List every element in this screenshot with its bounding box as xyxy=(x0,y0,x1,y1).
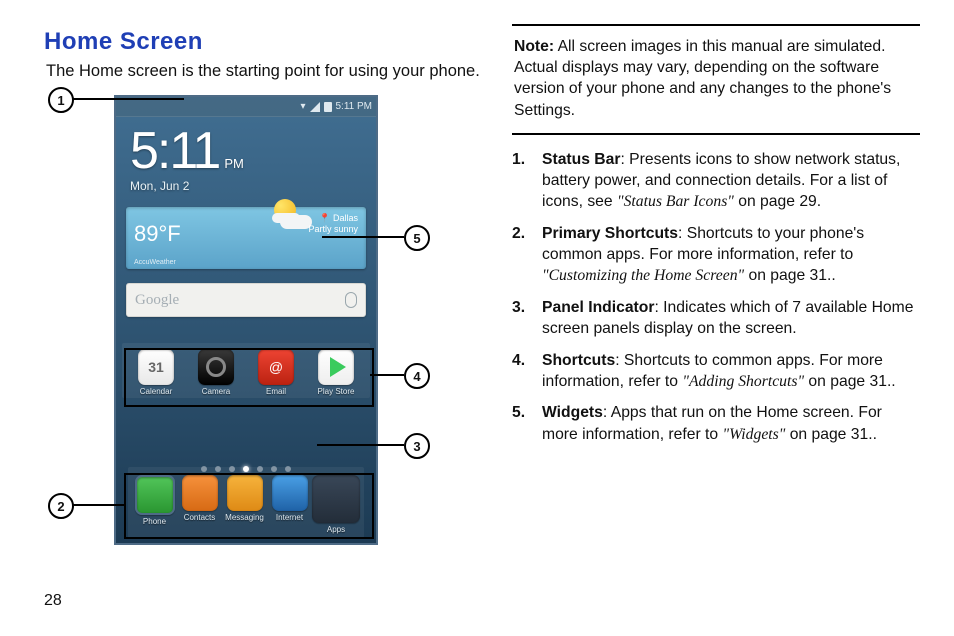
phone-figure: 1 5 4 3 2 ▾ 5:11 PM xyxy=(114,95,484,545)
item-number: 5. xyxy=(512,402,532,445)
weather-brand: AccuWeather xyxy=(134,259,176,266)
page-number: 28 xyxy=(44,592,62,610)
callout-4: 4 xyxy=(404,363,430,389)
definitions-list: 1.Status Bar: Presents icons to show net… xyxy=(512,149,920,445)
note-body: All screen images in this manual are sim… xyxy=(514,38,891,119)
callout-4-box xyxy=(124,348,374,407)
definition-item: 3.Panel Indicator: Indicates which of 7 … xyxy=(512,297,920,340)
definition-item: 1.Status Bar: Presents icons to show net… xyxy=(512,149,920,213)
callout-5-line xyxy=(322,236,404,238)
divider xyxy=(512,24,920,26)
item-body: Status Bar: Presents icons to show netwo… xyxy=(542,149,920,213)
callout-5: 5 xyxy=(404,225,430,251)
cloud-icon xyxy=(280,215,312,229)
clock-date: Mon, Jun 2 xyxy=(130,179,362,193)
search-brand: Google xyxy=(135,292,179,309)
callout-2-line xyxy=(72,504,124,506)
callout-3-line xyxy=(317,444,404,446)
item-number: 4. xyxy=(512,350,532,393)
status-bar: ▾ 5:11 PM xyxy=(116,97,376,117)
mic-icon[interactable] xyxy=(345,292,357,308)
google-search-widget[interactable]: Google xyxy=(126,283,366,317)
definition-item: 2.Primary Shortcuts: Shortcuts to your p… xyxy=(512,223,920,287)
page-title: Home Screen xyxy=(44,28,484,56)
item-body: Widgets: Apps that run on the Home scree… xyxy=(542,402,920,445)
weather-location: 📍 Dallas xyxy=(308,213,358,224)
item-body: Primary Shortcuts: Shortcuts to your pho… xyxy=(542,223,920,287)
callout-2-box xyxy=(124,473,374,539)
definition-item: 5.Widgets: Apps that run on the Home scr… xyxy=(512,402,920,445)
clock-ampm: PM xyxy=(224,156,244,171)
callout-1: 1 xyxy=(48,87,74,113)
clock-widget: 5:11 PM Mon, Jun 2 xyxy=(116,117,376,193)
weather-widget: 89°F 📍 Dallas Partly sunny AccuWeather xyxy=(126,207,366,269)
callout-3: 3 xyxy=(404,433,430,459)
battery-icon xyxy=(324,102,332,112)
item-body: Panel Indicator: Indicates which of 7 av… xyxy=(542,297,920,340)
definition-item: 4.Shortcuts: Shortcuts to common apps. F… xyxy=(512,350,920,393)
wifi-icon: ▾ xyxy=(300,101,305,112)
weather-condition: Partly sunny xyxy=(308,224,358,235)
callout-1-line xyxy=(72,98,184,100)
item-body: Shortcuts: Shortcuts to common apps. For… xyxy=(542,350,920,393)
clock-time: 5:11 xyxy=(130,125,219,177)
item-number: 3. xyxy=(512,297,532,340)
note-block: Note: All screen images in this manual a… xyxy=(512,36,920,135)
callout-4-line xyxy=(370,374,404,376)
item-number: 2. xyxy=(512,223,532,287)
item-number: 1. xyxy=(512,149,532,213)
status-time: 5:11 PM xyxy=(336,101,373,112)
signal-icon xyxy=(310,102,320,112)
note-label: Note: xyxy=(514,38,554,55)
callout-2: 2 xyxy=(48,493,74,519)
intro-text: The Home screen is the starting point fo… xyxy=(46,62,484,81)
